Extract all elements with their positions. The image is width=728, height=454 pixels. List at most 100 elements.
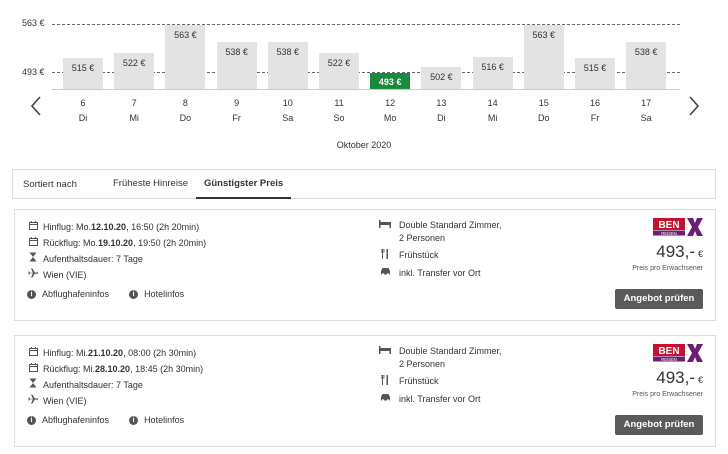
weekday: So [333,113,345,123]
price-bar[interactable]: 563 € [165,25,206,90]
plane-icon [27,393,39,409]
price-bar-label: 538 € [634,47,658,58]
return-flight: Rückflug: Mo. 19.10.20, 19:50 (2h 20min) [27,235,206,251]
price-bar[interactable]: 516 € [472,57,513,90]
stay-text: Aufenthaltsdauer: 7 Tage [43,380,143,390]
weekday: Mo [383,113,397,123]
weekday: Fr [590,113,600,123]
outbound-date: 21.10.20 [88,348,124,358]
weekday: Do [179,113,192,123]
return-prefix: Rückflug: Mo. [43,238,99,248]
day-number: 14 [487,98,498,108]
price-bar[interactable]: 538 € [216,42,257,90]
day-number: 13 [436,98,447,108]
price-bar[interactable]: 538 € [626,42,667,90]
ben-reisen-logo: BEN REISEN [653,344,703,362]
price-note: Preis pro Erwachsener [632,391,703,398]
price-bar-label: 538 € [225,47,248,58]
return-date: 19.10.20 [98,238,134,248]
calendar-icon [27,345,39,361]
board-text: Frühstück [399,250,439,260]
price-bar[interactable]: 538 € [267,42,308,90]
day-label[interactable]: 7 Mi [114,96,154,126]
sort-bar: Sortiert nach Früheste Hinreise Günstigs… [12,169,716,199]
room-occupancy: 2 Personen [399,359,446,369]
return-time: , 18:45 (2h 30min) [130,364,204,374]
price-bar-label: 522 € [122,58,146,69]
price-bar-label: 522 € [327,58,351,69]
y-label-high: 563 € [22,18,45,28]
offer-check-button[interactable]: Angebot prüfen [615,415,703,435]
day-label[interactable]: 17 Sa [626,96,666,126]
sort-option-cheapest[interactable]: Günstigster Preis [195,169,292,199]
hotel-info-label: Hotelinfos [144,415,185,425]
price-bar[interactable]: 502 € [421,66,462,90]
day-label[interactable]: 8 Do [165,96,205,126]
room-info: Double Standard Zimmer, 2 Personen [379,219,502,245]
flight-details: Hinflug: Mo. 12.10.20, 16:50 (2h 20min) … [27,219,206,283]
airport-info-link[interactable]: i Abflughafeninfos [27,415,109,425]
price-bar[interactable]: 515 € [575,57,615,90]
weekday: Do [538,113,550,123]
chevron-left-icon[interactable] [28,96,44,120]
room-type: Double Standard Zimmer, [399,220,502,230]
day-number: 6 [80,98,86,108]
hotel-info-link[interactable]: i Hotelinfos [129,289,184,299]
price-bar[interactable]: 563 € [523,25,564,90]
price-bar-label: 563 € [532,30,556,40]
svg-text:BEN: BEN [658,220,679,231]
day-number: 17 [641,98,652,108]
weekday: Sa [282,113,294,123]
airport-info-label: Abflughafeninfos [42,289,110,299]
day-number: 9 [234,98,240,108]
svg-text:REISEN: REISEN [661,357,677,362]
price-bars: 515 € 522 € 563 € 538 € 538 € 522 € 493 € 502 €… [62,0,668,90]
airport-info-link[interactable]: i Abflughafeninfos [27,289,109,299]
day-number: 15 [538,98,549,108]
day-label[interactable]: 12 Mo [370,96,410,126]
day-label[interactable]: 15 Do [524,96,564,126]
price-bar[interactable]: 493 € [370,73,411,90]
cutlery-icon [379,374,391,389]
info-links: i Abflughafeninfos i Hotelinfos [27,289,184,299]
calendar-icon [27,361,39,377]
day-label[interactable]: 14 Mi [473,96,513,126]
ben-reisen-logo: BEN REISEN [653,218,703,236]
price-bar[interactable]: 522 € [319,53,359,90]
hourglass-icon [27,377,39,393]
departure-airport: Wien (VIE) [27,393,203,409]
return-prefix: Rückflug: Mi. [43,364,96,374]
sort-option-earliest[interactable]: Früheste Hinreise [105,169,196,199]
day-label[interactable]: 13 Di [421,96,461,126]
day-number: 16 [589,98,600,108]
day-label[interactable]: 11 So [319,96,359,126]
price-bar-label: 515 € [583,62,607,73]
day-label[interactable]: 9 Fr [217,96,257,126]
outbound-flight: Hinflug: Mi. 21.10.20, 08:00 (2h 30min) [27,345,203,361]
weekday: Mi [487,113,498,123]
airport-text: Wien (VIE) [43,270,87,280]
day-number: 11 [334,98,344,108]
day-label[interactable]: 6 Di [63,96,103,126]
weekday: Di [437,113,446,123]
airport-info-label: Abflughafeninfos [42,415,110,425]
hourglass-icon [27,251,39,267]
price-block: 493,- € Preis pro Erwachsener [632,368,703,398]
price-bar-label: 493 € [378,77,402,87]
price-block: 493,- € Preis pro Erwachsener [632,242,703,272]
svg-text:BEN: BEN [658,346,679,357]
weekday: Fr [232,113,241,123]
day-label[interactable]: 16 Fr [575,96,615,126]
offer-card: Hinflug: Mo. 12.10.20, 16:50 (2h 20min) … [14,209,716,321]
offer-check-button[interactable]: Angebot prüfen [615,289,703,309]
info-icon: i [27,415,36,425]
price-bar[interactable]: 522 € [114,53,155,90]
hotel-info-link[interactable]: i Hotelinfos [129,415,184,425]
offer-card: Hinflug: Mi. 21.10.20, 08:00 (2h 30min) … [14,335,716,447]
outbound-time: , 08:00 (2h 30min) [123,348,197,358]
weekday: Mi [129,113,139,123]
info-icon: i [27,289,36,299]
day-label[interactable]: 10 Sa [268,96,308,126]
chevron-right-icon[interactable] [686,96,702,120]
price-bar[interactable]: 515 € [63,57,103,90]
